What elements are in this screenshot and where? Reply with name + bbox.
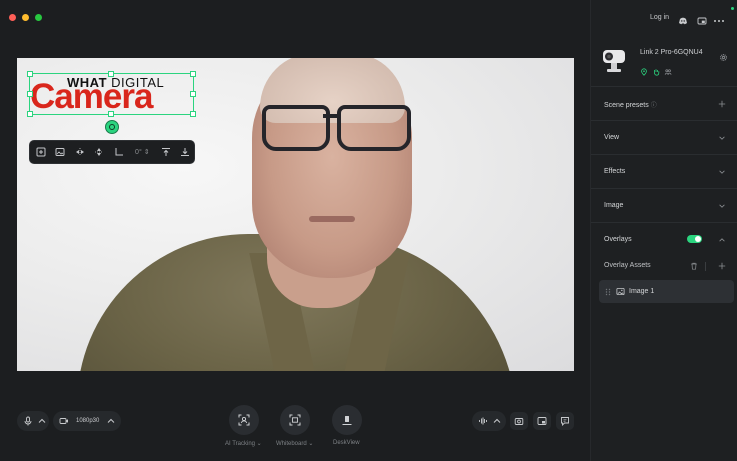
minimize-window-button[interactable]: [22, 14, 29, 21]
flip-horizontal-icon[interactable]: [71, 143, 89, 161]
webcam-device-icon: [603, 50, 625, 72]
chat-bubble-icon: [561, 417, 569, 426]
location-pin-icon: [640, 63, 648, 76]
image-icon: [616, 287, 625, 296]
settings-sidebar: Log in Link 2 Pro-6GQNU4 Scene presets ⓘ…: [590, 0, 737, 461]
send-to-back-icon[interactable]: [177, 143, 195, 161]
ai-tracking-icon: [238, 414, 250, 426]
chevron-down-icon[interactable]: [718, 168, 726, 176]
ai-tracking-button[interactable]: [229, 405, 259, 435]
resize-handle-top[interactable]: [108, 71, 114, 77]
audio-waveform-icon[interactable]: [474, 416, 492, 426]
deskview-label: DeskView: [333, 440, 360, 446]
scene-presets-label: Scene presets ⓘ: [604, 100, 657, 109]
snapshot-button[interactable]: [510, 412, 528, 430]
add-preset-plus-icon[interactable]: [718, 100, 726, 108]
chevron-up-icon[interactable]: [105, 416, 117, 426]
scene-presets-text: Scene presets: [604, 102, 649, 109]
bring-to-front-icon[interactable]: [157, 143, 175, 161]
ai-tracking-label: AI Tracking ⌄: [225, 441, 262, 447]
effects-section[interactable]: Effects: [591, 154, 737, 189]
scene-presets-section[interactable]: Scene presets ⓘ: [591, 86, 737, 121]
overlays-label: Overlays: [604, 236, 632, 243]
zoom-window-button[interactable]: [35, 14, 42, 21]
device-settings-gear-icon[interactable]: [719, 49, 728, 61]
app-window: WHAT DIGITAL Camera 0° ⇕ 1080p30 AI Trac…: [0, 0, 737, 461]
resolution-label[interactable]: 1080p30: [76, 418, 99, 424]
people-tracking-icon: [664, 63, 672, 75]
rotate-handle-icon[interactable]: [105, 120, 119, 134]
audio-level-control: [472, 411, 506, 431]
pip-icon: [537, 417, 547, 425]
picture-in-picture-button[interactable]: [533, 412, 551, 430]
image-section[interactable]: Image: [591, 188, 737, 223]
view-label: View: [604, 134, 620, 141]
whiteboard-label: Whiteboard ⌄: [276, 441, 314, 447]
chevron-down-icon[interactable]: [718, 134, 726, 142]
deskview-button[interactable]: [332, 405, 362, 435]
asset-item-label: Image 1: [629, 288, 655, 295]
camera-snapshot-icon: [514, 418, 524, 425]
whiteboard-icon: [289, 414, 301, 426]
resize-handle-bottom-right[interactable]: [190, 111, 196, 117]
chevron-down-icon[interactable]: [718, 202, 726, 210]
overlay-logo-selection[interactable]: WHAT DIGITAL Camera: [27, 71, 196, 117]
hand-gesture-icon: [652, 63, 660, 76]
image-label: Image: [604, 202, 624, 209]
feedback-button[interactable]: [556, 412, 574, 430]
microphone-icon[interactable]: [19, 416, 37, 426]
microphone-control: [17, 411, 49, 431]
chevron-up-icon[interactable]: [492, 416, 502, 426]
glasses-right-lens: [337, 105, 411, 151]
device-name: Link 2 Pro-6GQNU4: [640, 49, 703, 56]
deskview-icon: [342, 416, 352, 425]
replace-image-icon[interactable]: [52, 143, 70, 161]
mini-window-icon[interactable]: [697, 13, 707, 25]
sidebar-top-actions: Log in: [591, 13, 737, 25]
login-link[interactable]: Log in: [650, 14, 669, 21]
overlays-section[interactable]: Overlays: [591, 222, 737, 257]
drag-handle-icon[interactable]: [605, 288, 611, 296]
chevron-up-icon[interactable]: [37, 416, 47, 426]
main-preview-area: WHAT DIGITAL Camera 0° ⇕ 1080p30 AI Trac…: [0, 0, 590, 461]
status-dot-icon: [731, 7, 734, 10]
corner-align-icon[interactable]: [110, 143, 128, 161]
fit-frame-icon[interactable]: [32, 143, 50, 161]
effects-label: Effects: [604, 168, 626, 175]
device-card: Link 2 Pro-6GQNU4: [591, 40, 737, 82]
overlay-assets-label: Overlay Assets: [604, 262, 651, 269]
resize-handle-bottom-left[interactable]: [27, 111, 33, 117]
chevron-up-icon[interactable]: [718, 236, 726, 244]
logo-main-text: Camera: [30, 77, 153, 116]
discord-icon[interactable]: [678, 13, 688, 25]
whiteboard-button[interactable]: [280, 405, 310, 435]
resize-handle-top-right[interactable]: [190, 71, 196, 77]
video-camera-icon[interactable]: [56, 416, 72, 426]
rotation-angle-stepper[interactable]: 0° ⇕: [130, 143, 155, 161]
close-window-button[interactable]: [9, 14, 16, 21]
flip-vertical-icon[interactable]: [91, 143, 109, 161]
stepper-arrows-icon: ⇕: [143, 149, 150, 156]
add-asset-plus-icon[interactable]: [718, 262, 726, 270]
divider: [705, 262, 706, 271]
overlay-asset-item[interactable]: Image 1: [599, 280, 734, 303]
ai-tracking-text: AI Tracking: [225, 441, 256, 447]
glasses-bridge: [323, 114, 339, 118]
overlays-toggle[interactable]: [687, 235, 702, 243]
resize-handle-bottom[interactable]: [108, 111, 114, 117]
overlay-edit-toolbar: 0° ⇕: [29, 140, 195, 164]
trash-icon[interactable]: [690, 262, 698, 270]
rotation-angle-value: 0°: [135, 148, 142, 156]
more-options-icon[interactable]: [713, 13, 725, 23]
resize-handle-right[interactable]: [190, 91, 196, 97]
whiteboard-text: Whiteboard: [276, 441, 307, 447]
camera-resolution-control: 1080p30: [53, 411, 121, 431]
person-mouth: [309, 216, 355, 222]
resize-handle-left[interactable]: [27, 91, 33, 97]
glasses-left-lens: [262, 105, 330, 151]
help-icon[interactable]: ⓘ: [651, 103, 657, 109]
view-section[interactable]: View: [591, 120, 737, 155]
resize-handle-top-left[interactable]: [27, 71, 33, 77]
